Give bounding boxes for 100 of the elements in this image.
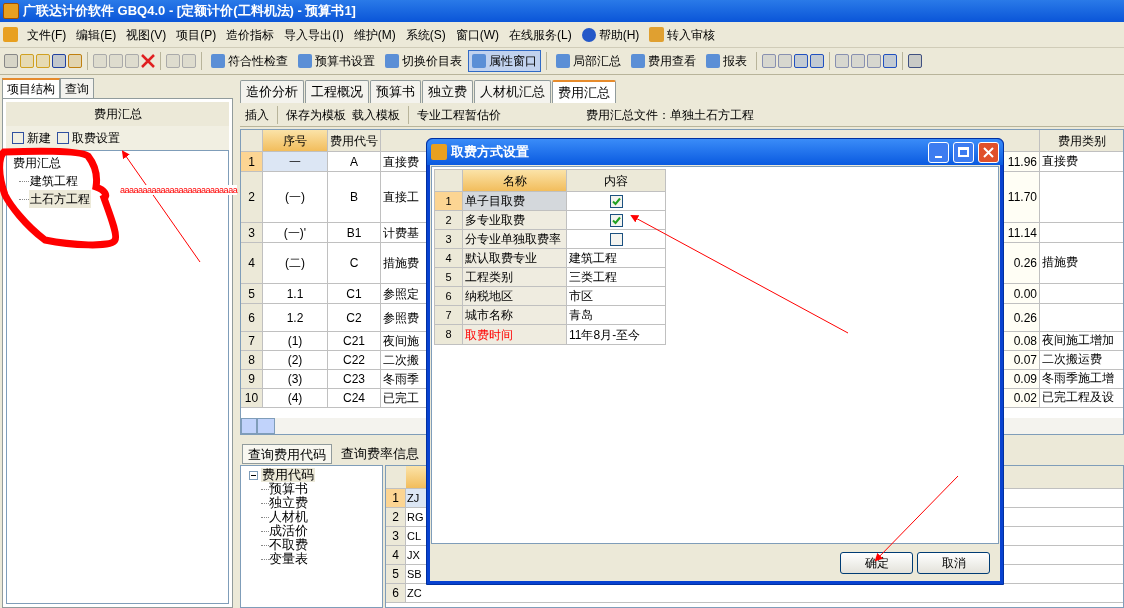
table-cell: 冬雨季施工增 <box>1039 370 1123 388</box>
menu-item[interactable]: 帮助(H) <box>577 24 644 45</box>
tool-icon <box>631 54 645 68</box>
table-cell: 直接费 <box>1039 152 1123 171</box>
menu-item[interactable]: 窗口(W) <box>451 24 503 45</box>
toolbar-button[interactable]: 局部汇总 <box>552 50 625 72</box>
menu-item[interactable]: 转入审核 <box>645 24 720 45</box>
menu-item[interactable]: 维护(M) <box>349 24 400 45</box>
query-tab[interactable]: 查询费用代码 <box>242 444 332 464</box>
row-number: 3 <box>241 223 263 242</box>
table-cell-text: 已完工 <box>382 390 420 407</box>
menu-item[interactable]: 视图(V) <box>122 24 171 45</box>
row-number: 5 <box>386 565 406 583</box>
view-tab[interactable]: 造价分析 <box>240 80 304 103</box>
setting-value[interactable]: 市区 <box>567 287 665 305</box>
table-cell-text: JX <box>406 547 421 563</box>
toolbar-button[interactable]: 报表 <box>702 50 751 72</box>
panel-tab[interactable]: 查询 <box>60 78 94 98</box>
panel-tab[interactable]: 项目结构 <box>2 78 60 98</box>
setting-value[interactable]: 三类工程 <box>567 268 665 286</box>
tree-item[interactable]: 变量表 <box>269 552 308 566</box>
close-icon <box>983 146 994 158</box>
panel-action-button[interactable]: 新建 <box>12 129 51 147</box>
view-tab[interactable]: 工程概况 <box>305 80 369 103</box>
query-tab[interactable]: 查询费率信息 <box>336 444 424 464</box>
table-cell: (2) <box>263 351 328 369</box>
view-tab[interactable]: 预算书 <box>370 80 421 103</box>
tree-item[interactable]: 不取费 <box>269 538 308 552</box>
dialog-button[interactable]: 取消 <box>917 552 990 574</box>
menu-item[interactable]: 文件(F) <box>23 24 71 45</box>
toolbar-button[interactable]: 属性窗口 <box>468 50 541 72</box>
tree-item[interactable]: 预算书 <box>269 482 308 496</box>
table-cell-text: 夜间施 <box>382 333 420 350</box>
tool-icon <box>298 54 312 68</box>
view-tab[interactable]: 人材机汇总 <box>474 80 551 103</box>
tree-item[interactable]: 建筑工程 <box>29 172 79 190</box>
action-icon <box>12 132 24 144</box>
row-number: 1 <box>241 152 263 171</box>
toolbar-button[interactable]: 费用查看 <box>627 50 700 72</box>
table-cell: A <box>328 152 381 171</box>
table-cell-text: 直接费 <box>382 153 420 171</box>
table-cell: (一)' <box>263 223 328 242</box>
minimize-button[interactable] <box>928 141 949 163</box>
maximize-button[interactable] <box>953 141 974 163</box>
collapse-icon[interactable] <box>249 470 258 480</box>
table-cell-text: 直接工 <box>382 189 420 206</box>
dialog-button[interactable]: 确定 <box>840 552 913 574</box>
delete-icon[interactable] <box>141 54 155 68</box>
checkbox[interactable] <box>609 213 623 227</box>
table-action-button[interactable]: 保存为模板 <box>285 105 347 124</box>
table-cell: (4) <box>263 389 328 407</box>
toolbar-button[interactable]: 预算书设置 <box>294 50 379 72</box>
tree-item[interactable]: 人材机 <box>269 510 308 524</box>
setting-name: 取费时间 <box>463 325 567 344</box>
table-cell: 1.2 <box>263 304 328 331</box>
tree-item[interactable]: 土石方工程 <box>29 190 91 208</box>
panel-header: 费用汇总 <box>6 102 229 126</box>
toolbar-button[interactable]: 切换价目表 <box>381 50 466 72</box>
table-cell: 一 <box>263 152 328 171</box>
scroll-left-button[interactable] <box>241 418 257 434</box>
view-tab[interactable]: 独立费 <box>422 80 473 103</box>
view-tab[interactable]: 费用汇总 <box>552 80 616 103</box>
tree-item[interactable]: 独立费 <box>269 496 308 510</box>
table-cell-text: 参照定 <box>382 285 420 303</box>
column-header: 内容 <box>603 172 629 190</box>
table-action-button[interactable]: 专业工程暂估价 <box>416 105 502 124</box>
row-number: 6 <box>386 584 406 602</box>
table-cell: (二) <box>263 243 328 283</box>
row-number: 4 <box>241 243 263 283</box>
checkbox[interactable] <box>609 194 623 208</box>
menu-item[interactable]: 系统(S) <box>401 24 450 45</box>
table-cell: C22 <box>328 351 381 369</box>
tree-item[interactable]: 费用汇总 <box>13 154 225 172</box>
table-cell-text: SB <box>406 566 423 582</box>
scrollbar-thumb[interactable] <box>257 418 275 434</box>
row-number: 7 <box>435 306 463 324</box>
table-action-button[interactable]: 插入 <box>244 105 270 124</box>
toolbar-button[interactable]: 符合性检查 <box>207 50 292 72</box>
tree-item[interactable]: 费用代码 <box>261 468 315 482</box>
row-number: 6 <box>435 287 463 305</box>
panel-action-button[interactable]: 取费设置 <box>57 129 120 147</box>
table-cell: 已完工程及设 <box>1039 389 1123 407</box>
menu-item[interactable]: 在线服务(L) <box>505 24 576 45</box>
menu-item[interactable]: 造价指标 <box>222 24 279 45</box>
setting-value[interactable]: 11年8月-至今 <box>567 325 665 344</box>
close-button[interactable] <box>978 141 999 163</box>
setting-value[interactable]: 建筑工程 <box>567 249 665 267</box>
checkbox[interactable] <box>609 232 623 246</box>
menu-item[interactable]: 项目(P) <box>172 24 221 45</box>
action-icon <box>57 132 69 144</box>
menu-item[interactable]: 导入导出(I) <box>280 24 348 45</box>
column-header: 序号 <box>263 130 328 151</box>
setting-name: 单子目取费 <box>463 192 567 210</box>
table-action-button[interactable]: 载入模板 <box>351 105 401 124</box>
table-cell: 二次搬运费 <box>1039 351 1123 369</box>
row-number: 2 <box>241 172 263 222</box>
menu-item[interactable]: 编辑(E) <box>72 24 121 45</box>
dialog-title: 取费方式设置 <box>451 143 530 162</box>
tree-item[interactable]: 成活价 <box>269 524 308 538</box>
setting-value[interactable]: 青岛 <box>567 306 665 324</box>
